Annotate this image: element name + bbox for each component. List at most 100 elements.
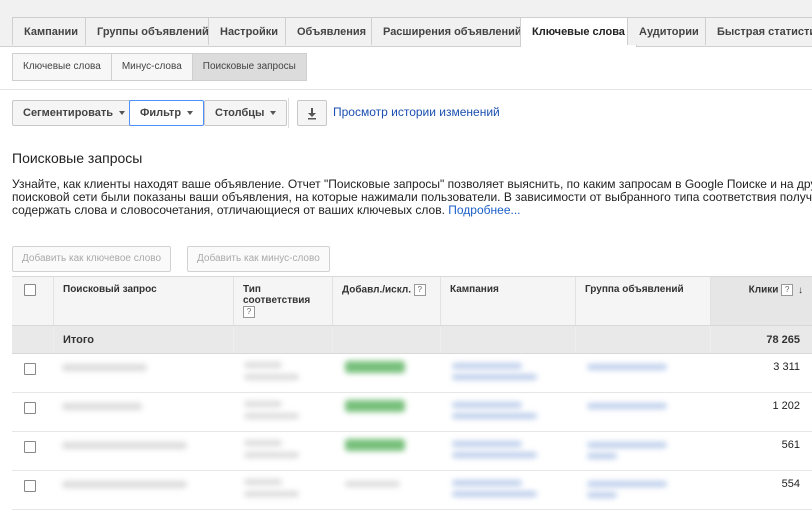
main-tab-bar: Кампании Группы объявлений Настройки Объ… (0, 0, 812, 47)
table-row: 561 (12, 432, 812, 471)
blurred-match-type (244, 491, 299, 497)
subtab-negative-keywords[interactable]: Минус-слова (111, 54, 193, 80)
subtab-keywords[interactable]: Ключевые слова (13, 54, 112, 80)
blurred-ad-group (587, 453, 617, 459)
blurred-campaign (452, 491, 537, 497)
header-added-excluded-label: Добавл./искл. (342, 284, 411, 296)
row-checkbox[interactable] (24, 480, 36, 492)
blurred-campaign (452, 413, 537, 419)
columns-button-label: Столбцы (215, 107, 265, 119)
blurred-added-status (345, 400, 405, 412)
description-line: содержать слова и словосочетания, отлича… (12, 204, 812, 217)
row-clicks: 3 311 (773, 361, 800, 373)
page-description: Узнайте, как клиенты находят ваше объявл… (12, 178, 812, 217)
add-as-negative-keyword-button[interactable]: Добавить как минус-слово (187, 246, 330, 272)
blurred-match-type (244, 401, 282, 407)
help-icon[interactable]: ? (243, 306, 255, 318)
header-match-type-label: Тип соответствия (243, 284, 311, 306)
blurred-match-type (244, 479, 282, 485)
download-icon (308, 108, 316, 120)
column-divider (233, 326, 234, 353)
row-clicks: 561 (781, 439, 800, 451)
total-label: Итого (63, 334, 95, 346)
total-clicks: 78 265 (766, 334, 800, 346)
tab-quick-stats[interactable]: Быстрая статистика (705, 17, 812, 45)
header-search-term-label: Поисковый запрос (63, 284, 157, 295)
header-ad-group[interactable]: Группа объявлений (575, 277, 710, 325)
column-divider (575, 326, 576, 353)
table-total-row: Итого 78 265 (12, 326, 812, 354)
tab-ad-extensions[interactable]: Расширения объявлений (371, 17, 534, 45)
filter-button[interactable]: Фильтр (129, 100, 205, 126)
chevron-down-icon (270, 111, 277, 116)
blurred-search-term (62, 364, 147, 371)
page-title: Поисковые запросы (12, 150, 143, 166)
blurred-campaign (452, 441, 522, 447)
blurred-search-term (62, 403, 142, 410)
blurred-match-type (244, 452, 299, 458)
tab-campaigns[interactable]: Кампании (12, 17, 91, 45)
blurred-ad-group (587, 364, 667, 370)
tab-keywords[interactable]: Ключевые слова (520, 17, 637, 47)
blurred-ad-group (587, 403, 667, 409)
blurred-ad-group (587, 481, 667, 487)
blurred-ad-group (587, 442, 667, 448)
row-checkbox[interactable] (24, 441, 36, 453)
filter-button-label: Фильтр (140, 107, 182, 119)
blurred-ad-group (587, 492, 617, 498)
blurred-campaign (452, 402, 522, 408)
row-clicks: 554 (781, 478, 800, 490)
column-divider (332, 326, 333, 353)
help-icon[interactable]: ? (781, 284, 794, 296)
row-clicks: 1 202 (772, 400, 800, 412)
blurred-match-type (244, 374, 299, 380)
header-campaign[interactable]: Кампания (440, 277, 575, 325)
table-row: 3 311 (12, 354, 812, 393)
row-checkbox[interactable] (24, 363, 36, 375)
header-campaign-label: Кампания (450, 284, 499, 295)
sort-descending-icon: ↓ (798, 284, 803, 296)
chevron-down-icon (119, 111, 126, 116)
select-all-checkbox[interactable] (24, 284, 36, 296)
column-divider (53, 326, 54, 353)
help-icon[interactable]: ? (413, 284, 426, 296)
header-match-type[interactable]: Тип соответствия ? (233, 277, 332, 325)
blurred-campaign (452, 480, 522, 486)
divider (0, 89, 812, 90)
blurred-search-term (62, 442, 187, 449)
download-button[interactable] (297, 100, 327, 126)
header-clicks[interactable]: Клики ? ↓ (710, 277, 812, 325)
description-line-text: содержать слова и словосочетания, отлича… (12, 203, 445, 217)
row-checkbox[interactable] (24, 402, 36, 414)
header-ad-group-label: Группа объявлений (585, 284, 684, 295)
column-divider (710, 326, 711, 353)
tab-settings[interactable]: Настройки (208, 17, 291, 45)
subtab-search-terms[interactable]: Поисковые запросы (192, 54, 306, 80)
tab-ad-groups[interactable]: Группы объявлений (85, 17, 221, 45)
tab-ads[interactable]: Объявления (285, 17, 379, 45)
header-clicks-label: Клики (748, 284, 779, 296)
table-header: Поисковый запрос Тип соответствия ? Доба… (12, 276, 812, 326)
learn-more-link[interactable]: Подробнее... (448, 203, 520, 217)
segment-button-label: Сегментировать (23, 107, 114, 119)
select-all-cell (12, 277, 53, 325)
blurred-added-status (345, 481, 400, 487)
segment-button[interactable]: Сегментировать (12, 100, 137, 126)
add-as-keyword-button[interactable]: Добавить как ключевое слово (12, 246, 172, 272)
blurred-match-type (244, 362, 282, 368)
columns-button[interactable]: Столбцы (204, 100, 288, 126)
blurred-campaign (452, 374, 537, 380)
table-row: 554 (12, 471, 812, 510)
blurred-added-status (345, 361, 405, 373)
keyword-subtabs: Ключевые слова Минус-слова Поисковые зап… (12, 53, 307, 81)
header-added-excluded[interactable]: Добавл./искл. ? (332, 277, 440, 325)
blurred-campaign (452, 452, 537, 458)
header-search-term[interactable]: Поисковый запрос (53, 277, 233, 325)
tab-audiences[interactable]: Аудитории (627, 17, 711, 45)
toolbar-separator (288, 98, 289, 128)
blurred-match-type (244, 413, 299, 419)
blurred-match-type (244, 440, 282, 446)
blurred-added-status (345, 439, 405, 451)
change-history-link[interactable]: Просмотр истории изменений (333, 105, 500, 119)
blurred-search-term (62, 481, 187, 488)
